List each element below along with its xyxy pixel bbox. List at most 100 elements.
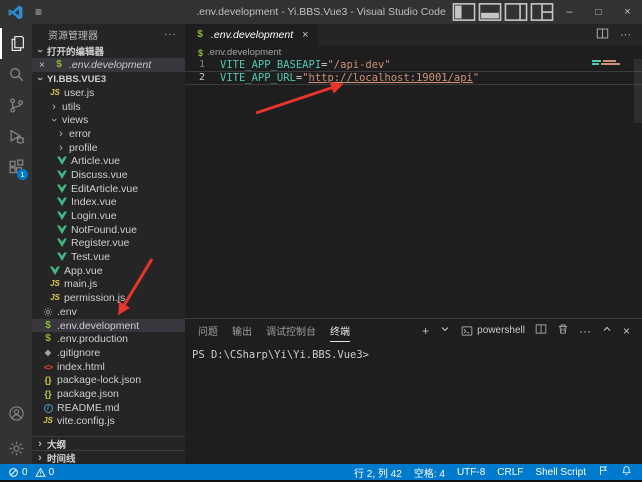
editor-more-actions-icon[interactable]: ··· bbox=[620, 29, 631, 41]
tree-item[interactable]: Register.vue bbox=[32, 237, 185, 251]
sidebar-section-大纲[interactable]: ›大纲 bbox=[32, 436, 185, 450]
tree-item[interactable]: JSmain.js bbox=[32, 278, 185, 292]
open-editors-section[interactable]: › 打开的编辑器 bbox=[32, 44, 185, 58]
close-tab-icon[interactable]: × bbox=[302, 29, 308, 41]
tree-item-label: package-lock.json bbox=[57, 374, 141, 386]
sidebar-more-actions-icon[interactable]: ··· bbox=[164, 29, 177, 40]
open-editor-item[interactable]: × $ .env.development bbox=[32, 58, 185, 72]
close-window-button[interactable]: × bbox=[613, 0, 642, 24]
minimap[interactable] bbox=[592, 60, 626, 66]
search-icon[interactable] bbox=[0, 59, 32, 90]
code-editor[interactable]: 1VITE_APP_BASEAPI="/api-dev"2VITE_APP_UR… bbox=[185, 59, 642, 318]
extensions-icon[interactable]: 1 bbox=[0, 152, 32, 183]
env-file-icon: $ bbox=[198, 47, 203, 59]
panel-tab-item[interactable]: 输出 bbox=[232, 319, 252, 342]
tree-item[interactable]: Discuss.vue bbox=[32, 168, 185, 182]
tree-item-label: NotFound.vue bbox=[71, 224, 137, 236]
panel-tab-item[interactable]: 调试控制台 bbox=[266, 319, 316, 342]
chevron-down-icon: › bbox=[49, 115, 59, 125]
terminal-dropdown-icon[interactable] bbox=[439, 323, 451, 338]
panel-tab-active[interactable]: 终端 bbox=[330, 319, 350, 342]
tree-item[interactable]: <>index.html bbox=[32, 360, 185, 374]
vue-file-icon bbox=[56, 210, 68, 222]
feedback-icon[interactable] bbox=[598, 465, 609, 479]
tree-item-label: Article.vue bbox=[71, 155, 120, 167]
split-editor-icon[interactable] bbox=[596, 27, 609, 43]
run-debug-icon[interactable] bbox=[0, 121, 32, 152]
tree-item[interactable]: .env bbox=[32, 305, 185, 319]
tree-item[interactable]: {}package.json bbox=[32, 387, 185, 401]
tree-item[interactable]: Login.vue bbox=[32, 209, 185, 223]
status-item[interactable]: UTF-8 bbox=[457, 465, 485, 480]
tree-item[interactable]: ›utils bbox=[32, 100, 185, 114]
url-link[interactable]: http://localhost:19001/api bbox=[309, 72, 473, 84]
minimize-button[interactable]: – bbox=[555, 0, 584, 24]
close-panel-icon[interactable]: × bbox=[623, 325, 630, 337]
panel-tab-bar: 问题输出调试控制台终端 + powershell ··· × bbox=[185, 319, 642, 342]
toggle-secondary-sidebar-icon[interactable] bbox=[503, 0, 529, 24]
status-item[interactable]: 行 2, 列 42 bbox=[354, 465, 402, 480]
tree-item[interactable]: JSvite.config.js bbox=[32, 415, 185, 429]
tree-item[interactable]: Article.vue bbox=[32, 154, 185, 168]
maximize-button[interactable]: □ bbox=[584, 0, 613, 24]
source-control-icon[interactable] bbox=[0, 90, 32, 121]
tree-item[interactable]: App.vue bbox=[32, 264, 185, 278]
shell-selector[interactable]: powershell bbox=[461, 325, 525, 337]
vscode-logo-icon bbox=[8, 5, 23, 20]
open-editor-label: .env.development bbox=[69, 59, 151, 71]
braces-file-icon: {} bbox=[42, 374, 54, 386]
tab-env-development[interactable]: $ .env.development × bbox=[185, 24, 318, 46]
tree-item[interactable]: NotFound.vue bbox=[32, 223, 185, 237]
tree-item[interactable]: EditArticle.vue bbox=[32, 182, 185, 196]
tree-item[interactable]: ›views bbox=[32, 113, 185, 127]
project-section[interactable]: › YI.BBS.VUE3 bbox=[32, 72, 185, 86]
chevron-right-icon: › bbox=[35, 453, 45, 463]
tree-item[interactable]: Index.vue bbox=[32, 196, 185, 210]
tree-item[interactable]: {}package-lock.json bbox=[32, 373, 185, 387]
notifications-bell-icon[interactable] bbox=[621, 465, 632, 479]
tree-item-label: .gitignore bbox=[57, 347, 100, 359]
line-number: 1 bbox=[185, 59, 205, 71]
explorer-icon[interactable] bbox=[0, 28, 32, 59]
tree-item[interactable]: iREADME.md bbox=[32, 401, 185, 415]
toggle-panel-icon[interactable] bbox=[477, 0, 503, 24]
account-icon[interactable] bbox=[0, 398, 32, 429]
tree-item-label: permission.js bbox=[64, 292, 125, 304]
sidebar-section-时间线[interactable]: ›时间线 bbox=[32, 450, 185, 464]
customize-layout-icon[interactable] bbox=[529, 0, 555, 24]
terminal-prompt[interactable]: PS D:\CSharp\Yi\Yi.BBS.Vue3> bbox=[192, 349, 369, 361]
panel-tab-item[interactable]: 问题 bbox=[198, 319, 218, 342]
tree-item[interactable]: $.env.production bbox=[32, 332, 185, 346]
minimap-slider[interactable] bbox=[634, 59, 642, 123]
code-line[interactable]: 2VITE_APP_URL="http://localhost:19001/ap… bbox=[185, 71, 642, 85]
split-terminal-icon[interactable] bbox=[535, 323, 547, 338]
vue-file-icon bbox=[56, 155, 68, 167]
tree-item[interactable]: ›profile bbox=[32, 141, 185, 155]
status-item[interactable]: 空格: 4 bbox=[414, 465, 445, 480]
tree-item[interactable]: $.env.development bbox=[32, 319, 185, 333]
sidebar-explorer: 资源管理器 ··· › 打开的编辑器 × $ .env.development … bbox=[32, 24, 185, 464]
tree-item[interactable]: JSpermission.js bbox=[32, 291, 185, 305]
tree-item[interactable]: Test.vue bbox=[32, 250, 185, 264]
menu-icon[interactable]: ≡ bbox=[35, 5, 42, 19]
status-item[interactable]: CRLF bbox=[497, 465, 523, 480]
kill-terminal-icon[interactable] bbox=[557, 323, 569, 338]
html-file-icon: <> bbox=[42, 361, 54, 373]
close-editor-icon[interactable]: × bbox=[39, 60, 49, 71]
breadcrumb[interactable]: $ .env.development bbox=[185, 46, 642, 59]
tree-item-label: profile bbox=[69, 142, 98, 154]
tree-item[interactable]: ›error bbox=[32, 127, 185, 141]
titlebar: ≡ .env.development - Yi.BBS.Vue3 - Visua… bbox=[0, 0, 642, 24]
status-item[interactable]: Shell Script bbox=[535, 465, 586, 480]
code-line[interactable]: 1VITE_APP_BASEAPI="/api-dev" bbox=[185, 59, 642, 71]
settings-gear-icon[interactable] bbox=[0, 433, 32, 464]
tree-item[interactable]: JSuser.js bbox=[32, 86, 185, 100]
tree-item-label: utils bbox=[62, 101, 81, 113]
new-terminal-icon[interactable]: + bbox=[422, 325, 429, 337]
maximize-panel-icon[interactable] bbox=[601, 323, 613, 338]
tree-item-label: index.html bbox=[57, 361, 105, 373]
panel-more-actions-icon[interactable]: ··· bbox=[579, 325, 591, 337]
toggle-sidebar-icon[interactable] bbox=[451, 0, 477, 24]
problems-status[interactable]: 0 0 bbox=[8, 467, 54, 478]
tree-item[interactable]: ◆.gitignore bbox=[32, 346, 185, 360]
